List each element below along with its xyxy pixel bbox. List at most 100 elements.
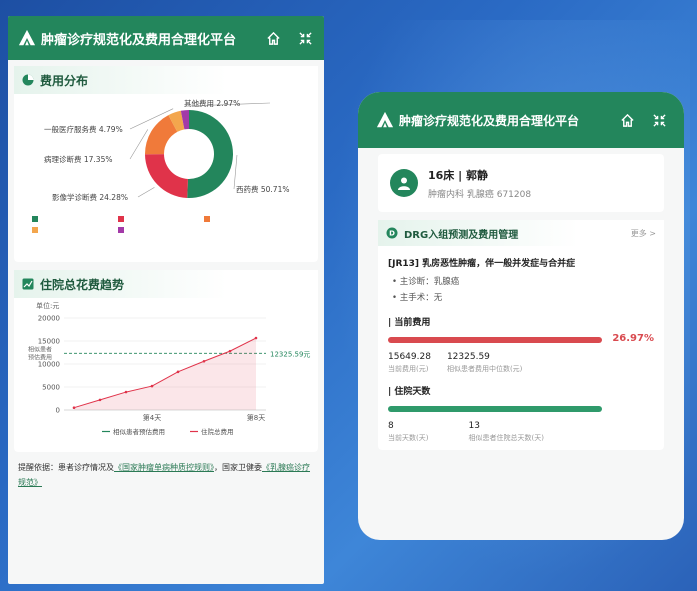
reference-note: 提醒依据：患者诊疗情况及《国家肿瘤单病种质控规则》，国家卫健委《乳腺癌诊疗规范》 bbox=[8, 460, 324, 490]
user-icon bbox=[398, 177, 410, 190]
current-days-value: 8 bbox=[388, 421, 394, 431]
data-point bbox=[72, 406, 76, 409]
median-days-value: 13 bbox=[468, 421, 480, 431]
pie-slice-label: 一般医疗服务费 4.79% bbox=[44, 124, 123, 134]
patient-card[interactable]: 16床 | 郭静 肿瘤内科 乳腺癌 671208 bbox=[378, 154, 664, 212]
median-cost-value: 12325.59 bbox=[446, 352, 490, 362]
app-header: 肿瘤诊疗规范化及费用合理化平台 bbox=[8, 16, 324, 60]
note-prefix: 提醒依据：患者诊疗情况及 bbox=[18, 463, 114, 472]
current-cost: 15649.28 当前费用(元) bbox=[388, 352, 431, 374]
y-tick-label: 0 bbox=[56, 407, 60, 415]
pie-slice bbox=[187, 110, 233, 198]
pie-leader-line bbox=[233, 154, 238, 190]
home-icon[interactable] bbox=[264, 29, 282, 47]
main-diagnosis: 主诊断：乳腺癌 bbox=[399, 277, 460, 287]
stay-days-label: 住院天数 bbox=[394, 387, 431, 397]
app-logo-icon bbox=[376, 111, 394, 128]
legend-item bbox=[32, 216, 118, 222]
current-days: 8 当前天数(天) bbox=[388, 421, 428, 443]
trend-chart-icon bbox=[22, 278, 34, 290]
guideline-link-1[interactable]: 《国家肿瘤单病种质控规则》 bbox=[114, 463, 214, 472]
legend-item bbox=[204, 216, 290, 222]
legend-series-label: 住院总费用 bbox=[201, 427, 234, 436]
avatar bbox=[390, 169, 418, 197]
median-days-caption: 相似患者住院总天数(天) bbox=[468, 434, 544, 442]
collapse-icon[interactable] bbox=[296, 29, 314, 47]
drg-bullet: • 主诊断：乳腺癌 bbox=[392, 277, 460, 287]
cost-trend-title: 住院总花费趋势 bbox=[14, 270, 318, 298]
pie-chart-icon bbox=[22, 74, 34, 86]
data-point bbox=[176, 370, 180, 374]
cost-values: 15649.28 当前费用(元) 12325.59 相似患者费用中位数(元) bbox=[378, 348, 664, 374]
median-days: 13 相似患者住院总天数(天) bbox=[468, 421, 543, 443]
drg-title-label: DRG入组预测及费用管理 bbox=[404, 229, 519, 241]
cost-bar-row: 26.97% bbox=[388, 333, 654, 346]
reference-side-label: 预估费用 bbox=[28, 353, 52, 361]
pie-slice-label: 影像学诊断费 24.28% bbox=[52, 192, 128, 202]
drg-diagnosis: [JR13] 乳房恶性肿瘤，伴一般并发症与合并症 bbox=[388, 259, 576, 269]
current-cost-label: 当前费用 bbox=[394, 318, 431, 328]
data-point bbox=[124, 390, 128, 394]
days-values: 8 当前天数(天) 13 相似患者住院总天数(天) bbox=[378, 417, 664, 443]
drg-title: D DRG入组预测及费用管理 bbox=[378, 220, 664, 246]
cost-trend-line-chart: 单位:元0500010000150002000012325.59元相似患者预估费… bbox=[28, 301, 310, 436]
data-point bbox=[254, 336, 258, 340]
y-tick-label: 15000 bbox=[38, 338, 60, 346]
cost-trend-card: 住院总花费趋势 单位:元 0 5000 10000 15000 20000 12325.59… bbox=[14, 270, 318, 452]
left-phone-screen: 肿瘤诊疗规范化及费用合理化平台 费用分布 西药费 50.71% 影像学诊断费 24… bbox=[8, 16, 324, 584]
patient-info: 肿瘤内科 乳腺癌 671208 bbox=[428, 189, 532, 200]
days-progress-bar bbox=[388, 406, 602, 412]
median-cost: 12325.59 相似患者费用中位数(元) bbox=[447, 352, 522, 374]
y-tick-label: 10000 bbox=[38, 361, 60, 369]
stay-days-title: | 住院天数 bbox=[388, 387, 431, 397]
current-days-caption: 当前天数(天) bbox=[388, 434, 429, 442]
pie-slice-label: 病理诊断费 17.35% bbox=[44, 154, 112, 164]
data-point bbox=[202, 359, 206, 363]
current-cost-title: | 当前费用 bbox=[388, 318, 431, 328]
note-mid: ，国家卫健委 bbox=[214, 463, 262, 472]
y-tick-label: 20000 bbox=[38, 315, 60, 323]
cost-percent: 26.97% bbox=[612, 333, 654, 344]
x-tick-label: 第8天 bbox=[247, 413, 265, 422]
app-logo-icon bbox=[18, 29, 36, 46]
pie-legend bbox=[14, 216, 318, 238]
days-bar-row bbox=[388, 403, 602, 415]
app-header: 肿瘤诊疗规范化及费用合理化平台 bbox=[358, 92, 684, 148]
legend-item bbox=[118, 216, 204, 222]
legend-item bbox=[118, 227, 204, 233]
y-tick-label: 5000 bbox=[42, 384, 60, 392]
current-cost-value: 15649.28 bbox=[388, 352, 431, 362]
collapse-icon[interactable] bbox=[650, 111, 668, 129]
pie-slice bbox=[145, 154, 188, 198]
reference-value-label: 12325.59元 bbox=[270, 350, 310, 358]
pie-slice-label: 西药费 50.71% bbox=[236, 184, 289, 194]
data-point bbox=[228, 349, 232, 353]
pie-slice-label: 其他费用 2.97% bbox=[184, 98, 240, 108]
app-title: 肿瘤诊疗规范化及费用合理化平台 bbox=[41, 32, 237, 48]
drg-bullet: • 主手术：无 bbox=[392, 293, 443, 303]
svg-text:D: D bbox=[389, 230, 395, 238]
drg-badge-icon: D bbox=[386, 227, 398, 239]
pie-leader-line bbox=[137, 187, 155, 198]
reference-side-label: 相似患者 bbox=[28, 345, 52, 353]
app-title: 肿瘤诊疗规范化及费用合理化平台 bbox=[399, 113, 580, 128]
x-tick-label: 第4天 bbox=[143, 413, 161, 422]
cost-distribution-card: 费用分布 西药费 50.71% 影像学诊断费 24.28% 病理诊断费 17.35%… bbox=[14, 66, 318, 262]
data-point bbox=[98, 398, 102, 402]
current-cost-caption: 当前费用(元) bbox=[388, 365, 429, 373]
more-link[interactable]: 更多 > bbox=[631, 228, 656, 239]
cost-distribution-label: 费用分布 bbox=[40, 73, 89, 88]
home-icon[interactable] bbox=[618, 111, 636, 129]
cost-distribution-title: 费用分布 bbox=[14, 66, 318, 94]
legend-reference-label: 相似患者预估费用 bbox=[113, 427, 165, 436]
main-surgery: 主手术：无 bbox=[399, 293, 443, 303]
median-cost-caption: 相似患者费用中位数(元) bbox=[446, 365, 523, 373]
cost-pie-chart: 西药费 50.71% 影像学诊断费 24.28% 病理诊断费 17.35% 一般医疗服… bbox=[44, 98, 289, 202]
legend-item bbox=[32, 227, 118, 233]
cost-trend-label: 住院总花费趋势 bbox=[40, 277, 125, 292]
drg-card: D DRG入组预测及费用管理 更多 > [JR13] 乳房恶性肿瘤，伴一般并发症… bbox=[378, 220, 664, 450]
cost-progress-bar bbox=[388, 337, 602, 343]
right-phone-screen: 肿瘤诊疗规范化及费用合理化平台 16床 | 郭静 肿瘤内科 乳腺癌 671208… bbox=[358, 92, 684, 540]
data-point bbox=[150, 384, 154, 388]
patient-name: 16床 | 郭静 bbox=[428, 168, 488, 182]
